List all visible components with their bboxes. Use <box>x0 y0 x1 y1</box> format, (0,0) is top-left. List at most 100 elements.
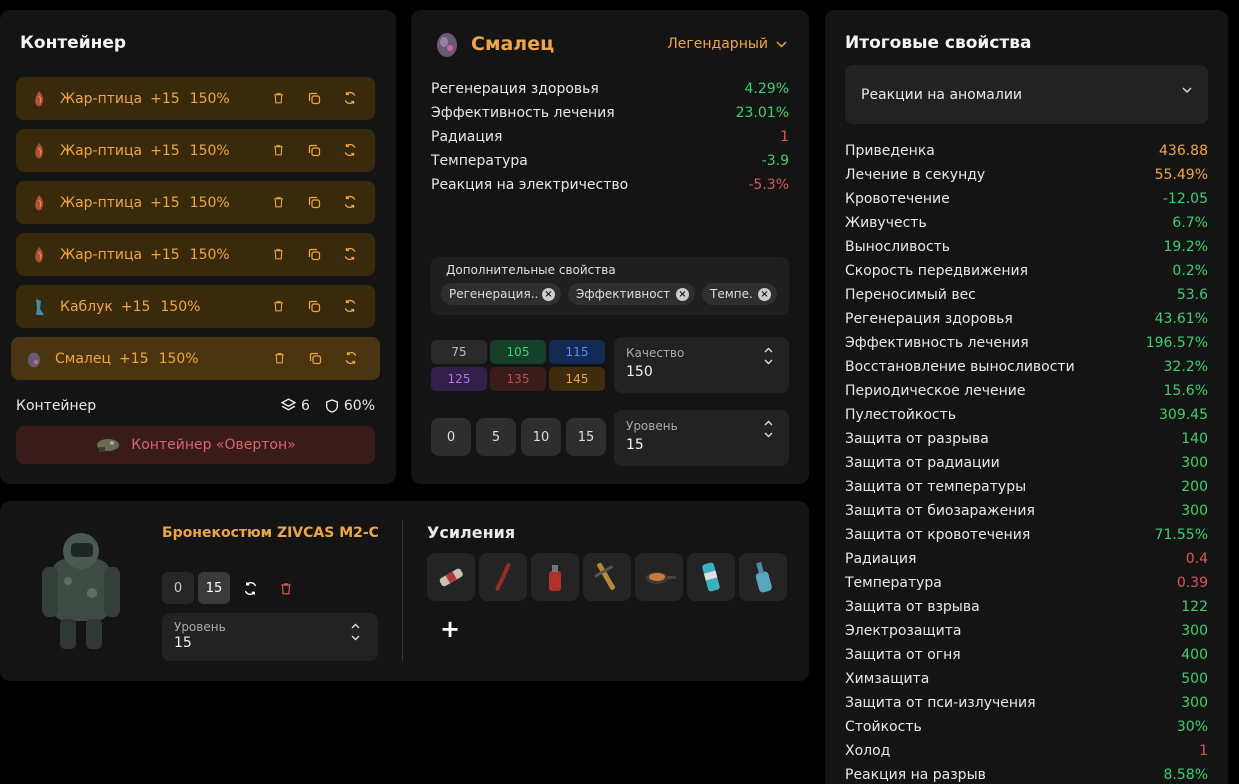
close-icon[interactable]: × <box>676 287 689 301</box>
extra-property-chip[interactable]: Эффективност... × <box>568 283 695 305</box>
artifact-name: Жар-птица <box>60 142 143 159</box>
boost-slot[interactable] <box>583 553 631 601</box>
level-preset-button[interactable]: 15 <box>566 418 606 456</box>
total-property-label: Электрозащита <box>845 623 962 639</box>
container-artifact-row[interactable]: Жар-птица +15 150% <box>16 77 375 120</box>
refresh-button[interactable] <box>234 572 266 604</box>
armor-suit-icon <box>42 533 120 649</box>
container-artifact-row[interactable]: Жар-птица +15 150% <box>16 181 375 224</box>
close-icon[interactable]: × <box>758 287 771 301</box>
quality-preset-button[interactable]: 145 <box>549 367 605 391</box>
total-property-label: Эффективность лечения <box>845 335 1029 351</box>
container-artifact-row[interactable]: Смалец +15 150% <box>11 337 380 380</box>
container-artifact-row[interactable]: Жар-птица +15 150% <box>16 233 375 276</box>
zhar-ptitsa-artifact-icon <box>35 90 43 106</box>
row-actions <box>269 245 359 263</box>
add-boost-button[interactable]: + <box>440 615 460 643</box>
armor-level-15-button[interactable]: 15 <box>198 572 230 604</box>
bottle-icon <box>745 559 781 595</box>
refresh-button[interactable] <box>341 245 359 263</box>
boost-slot[interactable] <box>687 553 735 601</box>
chevron-down-icon[interactable] <box>764 359 773 365</box>
close-icon[interactable]: × <box>542 287 555 301</box>
chevron-up-icon[interactable] <box>764 347 773 353</box>
total-property-row: Скорость передвижения 0.2% <box>845 259 1208 283</box>
zhar-ptitsa-artifact-icon <box>35 142 43 158</box>
duplicate-button[interactable] <box>305 141 323 159</box>
container-button-label: Контейнер «Овертон» <box>131 437 296 453</box>
boost-slot[interactable] <box>479 553 527 601</box>
refresh-button[interactable] <box>342 349 360 367</box>
quality-preset-button[interactable]: 135 <box>490 367 546 391</box>
rarity-select[interactable]: Легендарный <box>667 36 787 52</box>
total-property-label: Приведенка <box>845 143 935 159</box>
stepper-arrows[interactable] <box>764 347 773 365</box>
extra-properties: Дополнительные свойства Регенерация... × Э… <box>431 257 789 315</box>
copy-icon <box>308 300 320 312</box>
chevron-up-icon[interactable] <box>764 420 773 426</box>
total-property-row: Защита от температуры 200 <box>845 475 1208 499</box>
extra-property-chip[interactable]: Регенерация... × <box>441 283 561 305</box>
protection-value: 60% <box>343 397 375 414</box>
delete-button[interactable] <box>269 141 287 159</box>
boost-slot[interactable] <box>739 553 787 601</box>
chevron-up-icon[interactable] <box>351 623 360 629</box>
delete-button[interactable] <box>270 572 302 604</box>
artifact-icon-wrap <box>27 349 41 369</box>
refresh-button[interactable] <box>341 89 359 107</box>
boost-slot[interactable] <box>427 553 475 601</box>
delete-button[interactable] <box>269 193 287 211</box>
total-property-label: Защита от кровотечения <box>845 527 1031 543</box>
total-property-value: 140 <box>1181 431 1208 447</box>
total-property-value: 32.2% <box>1163 359 1208 375</box>
refresh-button[interactable] <box>341 193 359 211</box>
armor-panel: Бронекостюм ZIVCAS M2-C 0 15 Уровень 15 … <box>0 501 809 681</box>
quality-stepper[interactable]: Качество 150 <box>614 337 789 393</box>
duplicate-button[interactable] <box>305 245 323 263</box>
total-title: Итоговые свойства <box>845 33 1032 53</box>
quality-preset-button[interactable]: 75 <box>431 340 487 364</box>
total-property-value: 0.39 <box>1176 575 1208 591</box>
extra-property-chip[interactable]: Темпе... × <box>702 283 777 305</box>
stepper-arrows[interactable] <box>764 420 773 438</box>
level-stepper[interactable]: Уровень 15 <box>614 410 789 466</box>
duplicate-button[interactable] <box>305 297 323 315</box>
level-preset-button[interactable]: 0 <box>431 418 471 456</box>
boost-slot[interactable] <box>531 553 579 601</box>
container-artifact-row[interactable]: Жар-птица +15 150% <box>16 129 375 172</box>
duplicate-button[interactable] <box>306 349 324 367</box>
total-property-label: Защита от взрыва <box>845 599 980 615</box>
stepper-arrows[interactable] <box>351 623 360 641</box>
total-property-row: Электрозащита 300 <box>845 619 1208 643</box>
level-preset-button[interactable]: 5 <box>476 418 516 456</box>
delete-button[interactable] <box>269 297 287 315</box>
total-property-label: Радиация <box>845 551 917 567</box>
chevron-down-icon[interactable] <box>351 635 360 641</box>
delete-button[interactable] <box>270 349 288 367</box>
chevron-down-icon <box>776 40 787 48</box>
artifact-icon-wrap <box>32 141 46 161</box>
duplicate-button[interactable] <box>305 193 323 211</box>
total-property-value: 6.7% <box>1172 215 1208 231</box>
refresh-button[interactable] <box>341 297 359 315</box>
chip-label: Регенерация... <box>449 287 537 301</box>
kabluk-artifact-icon <box>36 298 44 315</box>
refresh-button[interactable] <box>341 141 359 159</box>
total-property-value: 43.61% <box>1154 311 1208 327</box>
container-artifact-row[interactable]: Каблук +15 150% <box>16 285 375 328</box>
total-property-label: Восстановление выносливости <box>845 359 1075 375</box>
duplicate-button[interactable] <box>305 89 323 107</box>
quality-preset-button[interactable]: 105 <box>490 340 546 364</box>
quality-preset-button[interactable]: 115 <box>549 340 605 364</box>
container-select-button[interactable]: Контейнер «Овертон» <box>16 426 375 464</box>
trash-icon <box>273 197 283 208</box>
level-preset-button[interactable]: 10 <box>521 418 561 456</box>
boost-slot[interactable] <box>635 553 683 601</box>
chevron-down-icon[interactable] <box>764 432 773 438</box>
quality-preset-button[interactable]: 125 <box>431 367 487 391</box>
armor-level-stepper[interactable]: Уровень 15 <box>162 613 378 661</box>
armor-level-0-button[interactable]: 0 <box>162 572 194 604</box>
anomaly-reactions-dropdown[interactable]: Реакции на аномалии <box>845 65 1208 124</box>
delete-button[interactable] <box>269 89 287 107</box>
delete-button[interactable] <box>269 245 287 263</box>
